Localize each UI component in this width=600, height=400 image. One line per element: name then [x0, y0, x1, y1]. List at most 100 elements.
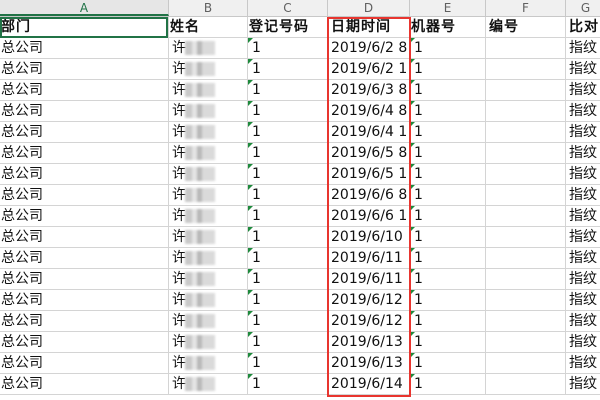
cell-machine[interactable]: 1: [410, 164, 486, 184]
cell-name[interactable]: 许: [169, 227, 248, 247]
cell-dept[interactable]: 总公司: [0, 290, 169, 310]
cell-dept[interactable]: 总公司: [0, 143, 169, 163]
cell-machine[interactable]: 1: [410, 185, 486, 205]
cell-name[interactable]: 许: [169, 101, 248, 121]
cell-datetime[interactable]: 2019/6/12: [328, 290, 410, 310]
column-header-b[interactable]: B: [169, 0, 248, 16]
cell-compare[interactable]: 指纹: [566, 374, 600, 394]
cell-datetime[interactable]: 2019/6/14: [328, 374, 410, 394]
cell-reg-no[interactable]: 1: [248, 38, 328, 58]
column-header-c[interactable]: C: [248, 0, 328, 16]
cell-machine[interactable]: 1: [410, 80, 486, 100]
cell-machine[interactable]: 1: [410, 269, 486, 289]
header-cell-compare[interactable]: 比对: [566, 17, 600, 37]
cell-name[interactable]: 许: [169, 248, 248, 268]
cell-machine[interactable]: 1: [410, 143, 486, 163]
header-cell-name[interactable]: 姓名: [169, 17, 248, 37]
cell-reg-no[interactable]: 1: [248, 164, 328, 184]
cell-machine[interactable]: 1: [410, 353, 486, 373]
column-header-d[interactable]: D: [328, 0, 410, 16]
cell-compare[interactable]: 指纹: [566, 164, 600, 184]
cell-compare[interactable]: 指纹: [566, 101, 600, 121]
cell-datetime[interactable]: 2019/6/5 8: [328, 143, 410, 163]
header-cell-datetime[interactable]: 日期时间: [328, 17, 410, 37]
cell-datetime[interactable]: 2019/6/6 1: [328, 206, 410, 226]
cell-reg-no[interactable]: 1: [248, 59, 328, 79]
cell-machine[interactable]: 1: [410, 374, 486, 394]
cell-reg-no[interactable]: 1: [248, 374, 328, 394]
cell-name[interactable]: 许: [169, 59, 248, 79]
column-header-f[interactable]: F: [486, 0, 566, 16]
cell-name[interactable]: 许: [169, 332, 248, 352]
cell-machine[interactable]: 1: [410, 227, 486, 247]
cell-name[interactable]: 许: [169, 38, 248, 58]
cell-machine[interactable]: 1: [410, 59, 486, 79]
cell-reg-no[interactable]: 1: [248, 185, 328, 205]
cell-datetime[interactable]: 2019/6/13: [328, 332, 410, 352]
cell-compare[interactable]: 指纹: [566, 269, 600, 289]
cell-reg-no[interactable]: 1: [248, 122, 328, 142]
cell-compare[interactable]: 指纹: [566, 185, 600, 205]
cell-dept[interactable]: 总公司: [0, 38, 169, 58]
cell-name[interactable]: 许: [169, 353, 248, 373]
cell-compare[interactable]: 指纹: [566, 353, 600, 373]
cell-machine[interactable]: 1: [410, 290, 486, 310]
cell-code[interactable]: [486, 353, 566, 373]
cell-reg-no[interactable]: 1: [248, 101, 328, 121]
cell-machine[interactable]: 1: [410, 332, 486, 352]
column-header-g[interactable]: G: [566, 0, 600, 16]
cell-reg-no[interactable]: 1: [248, 332, 328, 352]
cell-datetime[interactable]: 2019/6/11: [328, 248, 410, 268]
cell-code[interactable]: [486, 143, 566, 163]
cell-datetime[interactable]: 2019/6/6 8: [328, 185, 410, 205]
cell-name[interactable]: 许: [169, 374, 248, 394]
cell-compare[interactable]: 指纹: [566, 38, 600, 58]
cell-datetime[interactable]: 2019/6/5 1: [328, 164, 410, 184]
cell-machine[interactable]: 1: [410, 122, 486, 142]
cell-datetime[interactable]: 2019/6/10: [328, 227, 410, 247]
cell-reg-no[interactable]: 1: [248, 248, 328, 268]
cell-name[interactable]: 许: [169, 290, 248, 310]
cell-code[interactable]: [486, 374, 566, 394]
cell-code[interactable]: [486, 164, 566, 184]
cell-dept[interactable]: 总公司: [0, 80, 169, 100]
cell-compare[interactable]: 指纹: [566, 290, 600, 310]
cell-dept[interactable]: 总公司: [0, 227, 169, 247]
cell-compare[interactable]: 指纹: [566, 248, 600, 268]
cell-code[interactable]: [486, 122, 566, 142]
cell-compare[interactable]: 指纹: [566, 311, 600, 331]
cell-reg-no[interactable]: 1: [248, 290, 328, 310]
cell-dept[interactable]: 总公司: [0, 122, 169, 142]
cell-compare[interactable]: 指纹: [566, 332, 600, 352]
cell-code[interactable]: [486, 185, 566, 205]
cell-reg-no[interactable]: 1: [248, 311, 328, 331]
cell-name[interactable]: 许: [169, 206, 248, 226]
cell-dept[interactable]: 总公司: [0, 248, 169, 268]
cell-machine[interactable]: 1: [410, 311, 486, 331]
cell-machine[interactable]: 1: [410, 38, 486, 58]
cell-dept[interactable]: 总公司: [0, 101, 169, 121]
cell-machine[interactable]: 1: [410, 206, 486, 226]
cell-reg-no[interactable]: 1: [248, 227, 328, 247]
cell-compare[interactable]: 指纹: [566, 206, 600, 226]
header-cell-machine[interactable]: 机器号: [410, 17, 486, 37]
cell-code[interactable]: [486, 269, 566, 289]
cell-dept[interactable]: 总公司: [0, 332, 169, 352]
cell-name[interactable]: 许: [169, 269, 248, 289]
cell-code[interactable]: [486, 59, 566, 79]
column-header-e[interactable]: E: [410, 0, 486, 16]
cell-code[interactable]: [486, 38, 566, 58]
cell-dept[interactable]: 总公司: [0, 206, 169, 226]
cell-code[interactable]: [486, 248, 566, 268]
cell-reg-no[interactable]: 1: [248, 269, 328, 289]
cell-code[interactable]: [486, 227, 566, 247]
cell-code[interactable]: [486, 80, 566, 100]
cell-reg-no[interactable]: 1: [248, 353, 328, 373]
cell-datetime[interactable]: 2019/6/2 8: [328, 38, 410, 58]
header-cell-code[interactable]: 编号: [486, 17, 566, 37]
cell-dept[interactable]: 总公司: [0, 311, 169, 331]
cell-code[interactable]: [486, 290, 566, 310]
cell-datetime[interactable]: 2019/6/13: [328, 353, 410, 373]
cell-dept[interactable]: 总公司: [0, 59, 169, 79]
cell-datetime[interactable]: 2019/6/11: [328, 269, 410, 289]
